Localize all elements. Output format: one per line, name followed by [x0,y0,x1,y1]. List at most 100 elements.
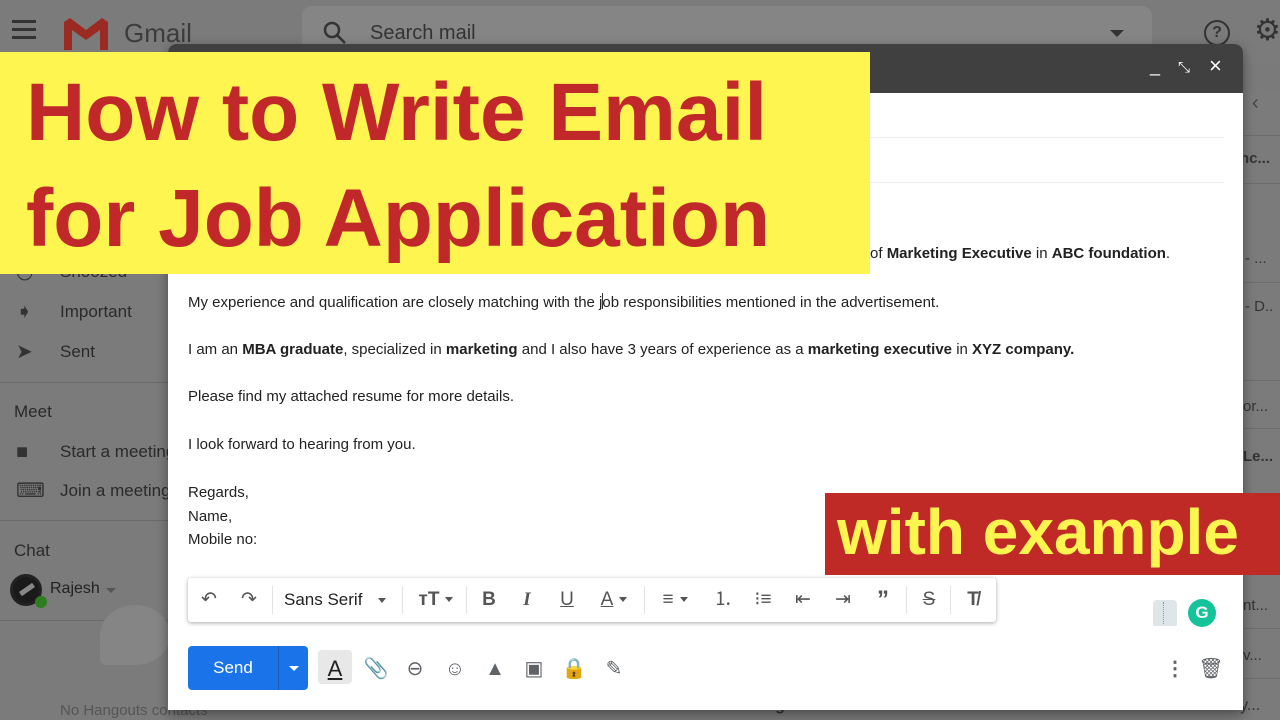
send-icon: ➤ [16,341,33,363]
align-icon[interactable]: ≡ [654,588,696,612]
italic-icon[interactable]: I [516,588,538,612]
divider [1243,183,1280,184]
more-options-icon[interactable]: ⋮ [1162,656,1188,682]
search-input[interactable]: Search mail [370,22,476,45]
list-item[interactable]: - D.. [1245,298,1273,315]
join-meeting-item[interactable]: ⌨ Join a meeting [0,473,171,509]
font-size-icon[interactable]: ᴛT [414,588,458,612]
photo-icon[interactable]: ▣ [521,656,547,682]
toolbar-separator [402,586,403,614]
chevron-down-icon [619,597,628,603]
divider [0,382,168,383]
attach-icon[interactable]: 📎 [363,656,389,682]
strikethrough-icon[interactable]: S [916,588,942,612]
text-run: and I also have 3 years of experience as… [517,341,808,358]
gear-icon[interactable]: ⚙ [1254,16,1280,46]
sidebar-item-important[interactable]: ➧ Important [0,294,168,330]
start-meeting-item[interactable]: ■ Start a meeting [0,434,175,470]
grammarly-icon[interactable]: G [1188,599,1216,627]
title-line-1: How to Write Email [26,67,768,158]
list-item[interactable]: - ... [1245,250,1267,267]
schedule-send-dropdown[interactable] [279,646,308,690]
divider [0,520,168,521]
online-status-dot [35,596,47,608]
main-menu-icon[interactable] [12,20,38,44]
numbered-list-icon[interactable]: ⒈ [710,588,736,612]
meet-section-title: Meet [14,402,52,421]
send-button[interactable]: Send [188,646,308,690]
emoji-icon[interactable]: ☺ [442,656,468,682]
search-options-icon[interactable] [1110,30,1124,37]
important-icon: ➧ [16,301,33,323]
signoff-regards: Regards, [188,484,249,501]
bold-icon[interactable]: B [478,588,500,612]
divider [1243,135,1280,136]
redo-icon[interactable]: ↷ [236,588,262,612]
text-run-bold: marketing executive [807,341,953,358]
sidebar-item-label: Start a meeting [60,442,176,461]
list-item[interactable]: v... [1243,647,1262,664]
toolbar-separator [272,586,273,614]
trash-icon[interactable]: 🗑 [1198,656,1224,682]
toolbar-separator [950,586,951,614]
quote-icon[interactable]: ” [870,588,896,612]
chevron-down-icon [445,597,454,603]
undo-icon[interactable]: ↶ [196,588,222,612]
font-family-value: Sans Serif [284,590,363,609]
text-run: . [1165,245,1171,262]
chevron-down-icon[interactable] [106,588,116,593]
gmail-logo-icon[interactable] [62,16,110,52]
minimize-icon[interactable]: _ [1150,56,1160,76]
drive-icon[interactable]: ▲ [482,656,508,682]
hangouts-icon [100,605,170,665]
text-run: , specialized in [343,341,446,358]
signoff-mobile: Mobile no: [188,531,258,548]
text-run-bold: marketing [445,341,518,358]
text-run: My experience and qualification are clos… [188,294,603,311]
link-icon[interactable]: ⊖ [402,656,428,682]
list-item[interactable]: or... [1243,398,1268,415]
text-run: in [1031,245,1052,262]
keyboard-icon: ⌨ [16,480,45,502]
sidebar-item-label: Sent [60,342,95,361]
font-family-select[interactable]: Sans Serif [284,588,396,612]
search-icon[interactable] [322,20,348,46]
text-color-icon[interactable]: A [594,588,634,612]
exit-fullscreen-icon[interactable]: ⤡ [1178,58,1190,78]
text-run: of [870,245,887,262]
list-item[interactable]: Le... [1243,448,1273,465]
help-icon[interactable]: ? [1204,20,1230,46]
body-line-5: I look forward to hearing from you. [188,436,416,453]
body-line-4: Please find my attached resume for more … [188,388,514,405]
chevron-left-icon[interactable]: ‹ [1252,92,1259,115]
underline-icon[interactable]: U [556,588,578,612]
indent-more-icon[interactable]: ⇥ [830,588,856,612]
text-format-icon[interactable]: A [322,656,348,682]
signature-icon[interactable]: ✎ [601,656,627,682]
subtitle-banner: with example [825,493,1280,575]
chat-user-name[interactable]: Rajesh [50,580,100,598]
formatting-toolbar: ↶ ↷ Sans Serif ᴛT B I U A ≡ ⒈ ⁝≡ ⇤ ⇥ ” S… [188,578,996,622]
divider [1243,428,1280,429]
body-line-3: I am an MBA graduate, specialized in mar… [188,341,1074,358]
videocam-icon: ■ [16,441,29,463]
bulleted-list-icon[interactable]: ⁝≡ [750,588,776,612]
text-run-bold: XYZ company. [972,341,1075,358]
close-icon[interactable]: × [1209,55,1222,77]
list-item[interactable]: nt... [1243,597,1268,614]
text-run-bold: Marketing Executive [886,245,1032,262]
remove-formatting-icon[interactable]: T̸ [960,588,986,612]
sidebar-item-sent[interactable]: ➤ Sent [0,334,168,370]
chevron-down-icon [378,598,387,604]
toolbar-separator [466,586,467,614]
signoff-name: Name, [188,508,233,525]
indent-less-icon[interactable]: ⇤ [790,588,816,612]
text-run: ob responsibilities mentioned in the adv… [602,294,940,311]
confidential-mode-icon[interactable]: 🔒 [561,656,587,682]
sidebar-item-label: Important [60,302,132,321]
text-run: in [952,341,973,358]
shirt-extension-icon[interactable] [1153,600,1177,626]
divider [1243,282,1280,283]
list-item[interactable]: nc... [1240,150,1270,167]
body-line-2: My experience and qualification are clos… [188,293,939,311]
